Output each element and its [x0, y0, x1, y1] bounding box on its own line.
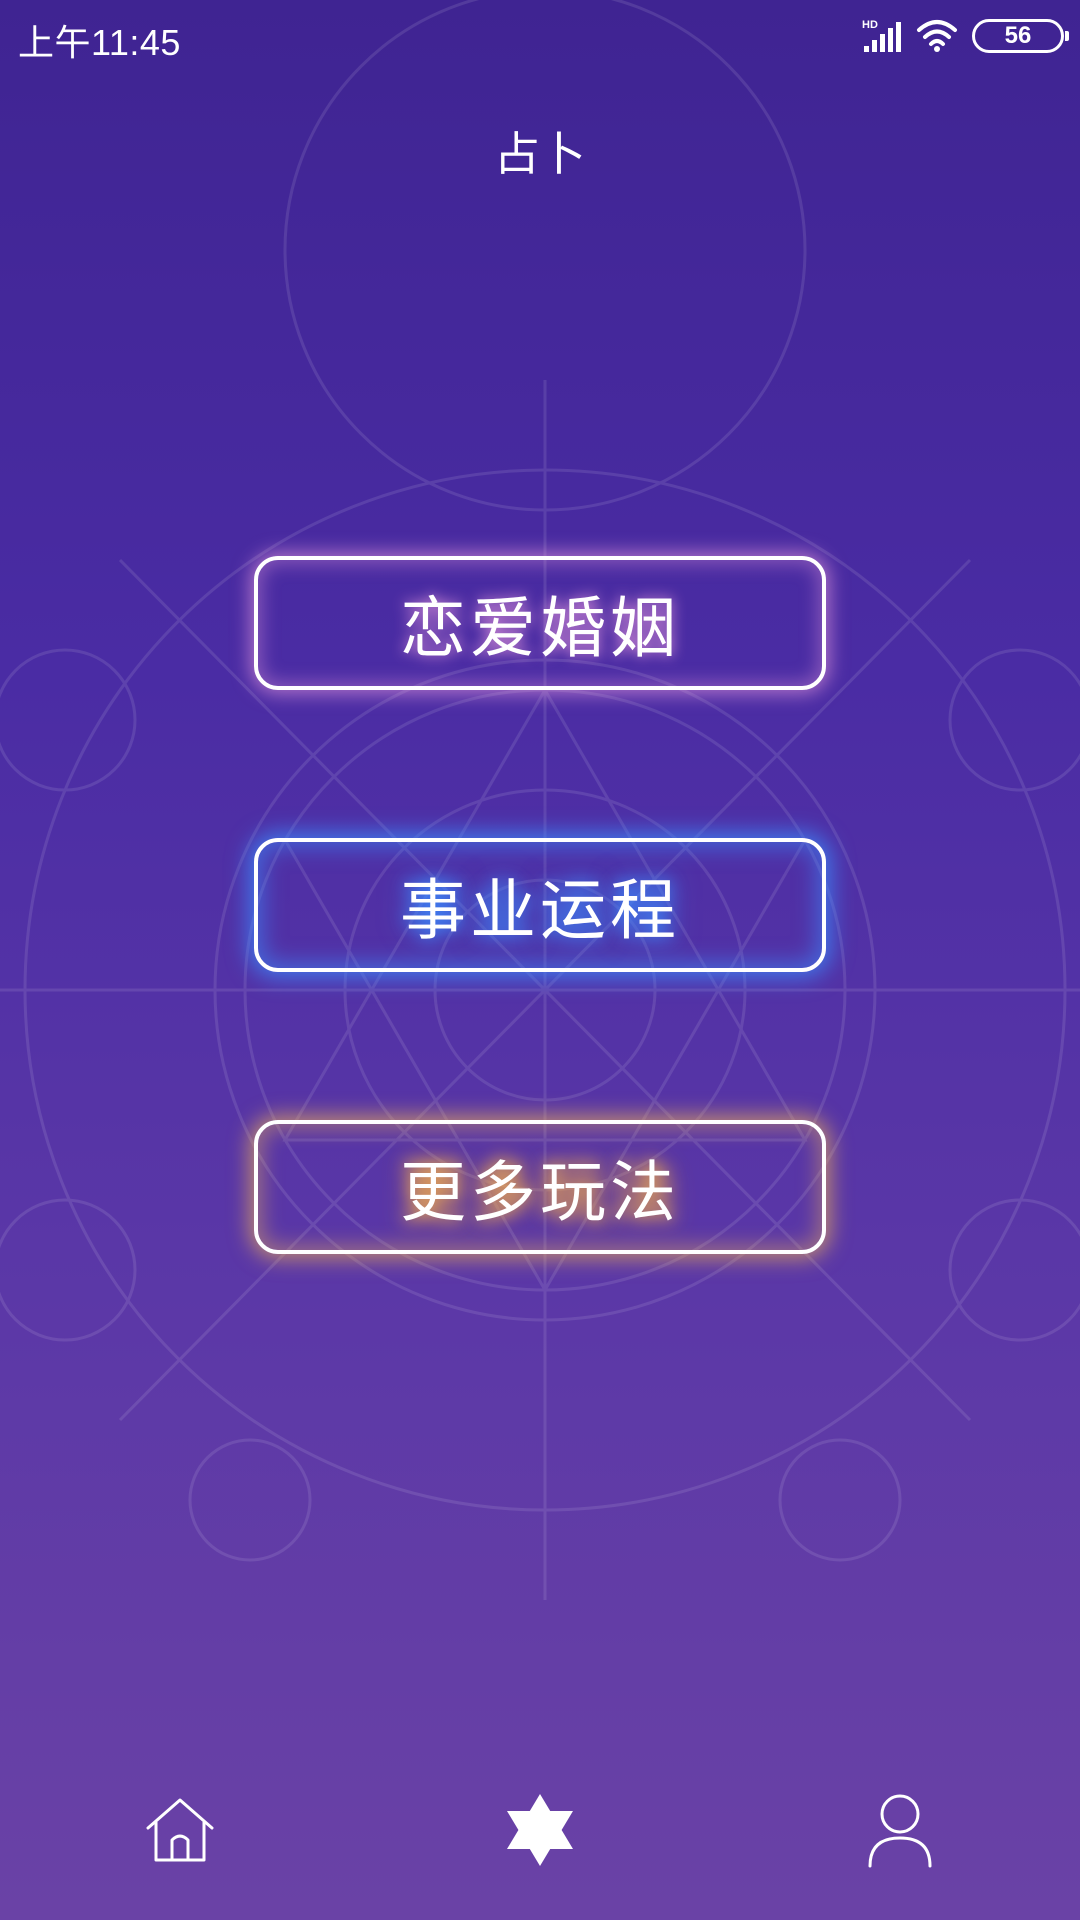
battery-nub — [1065, 31, 1069, 41]
network-label: HD — [862, 19, 878, 31]
wifi-icon — [917, 20, 957, 52]
nav-home-tab[interactable] — [120, 1770, 240, 1890]
user-icon — [868, 1794, 932, 1868]
status-time: 上午11:45 — [18, 22, 181, 63]
page-title: 占卜 — [494, 127, 586, 181]
more-games-button[interactable]: 更多玩法 — [254, 1120, 826, 1254]
status-bar: 上午11:45 HD 56 — [0, 0, 1080, 78]
career-fortune-button[interactable]: 事业运程 — [254, 838, 826, 972]
signal-icon: HD — [862, 19, 901, 52]
star-of-david-icon — [507, 1794, 573, 1866]
love-marriage-label: 恋爱婚姻 — [400, 590, 680, 667]
bottom-navigation — [0, 1770, 1080, 1900]
status-icons: HD 56 — [862, 18, 1069, 54]
nav-profile-tab[interactable] — [840, 1770, 960, 1890]
love-marriage-button[interactable]: 恋爱婚姻 — [254, 556, 826, 690]
nav-divination-tab[interactable] — [480, 1770, 600, 1890]
battery-indicator: 56 — [972, 19, 1069, 53]
career-fortune-label: 事业运程 — [400, 872, 680, 949]
more-games-label: 更多玩法 — [400, 1154, 680, 1231]
home-icon — [146, 1798, 214, 1862]
battery-level: 56 — [1004, 22, 1032, 49]
